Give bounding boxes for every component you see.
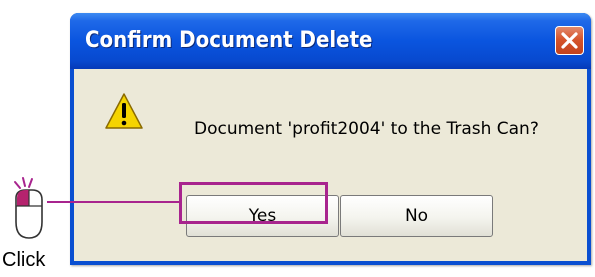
click-label: Click [2,249,46,271]
close-button[interactable] [555,26,584,55]
pointer-line [47,201,179,203]
title-bar[interactable]: Confirm Document Delete [70,13,591,69]
warning-icon [105,93,143,129]
dialog-body: Document 'profit2004' to the Trash Can? … [74,69,587,261]
yes-button-highlight [179,182,328,224]
dialog-title: Confirm Document Delete [85,28,373,53]
confirm-message: Document 'profit2004' to the Trash Can? [194,119,539,139]
no-button[interactable]: No [340,195,493,237]
mouse-icon [14,177,43,239]
confirm-dialog: Confirm Document Delete Document 'profit… [70,13,591,265]
close-icon [561,32,578,49]
